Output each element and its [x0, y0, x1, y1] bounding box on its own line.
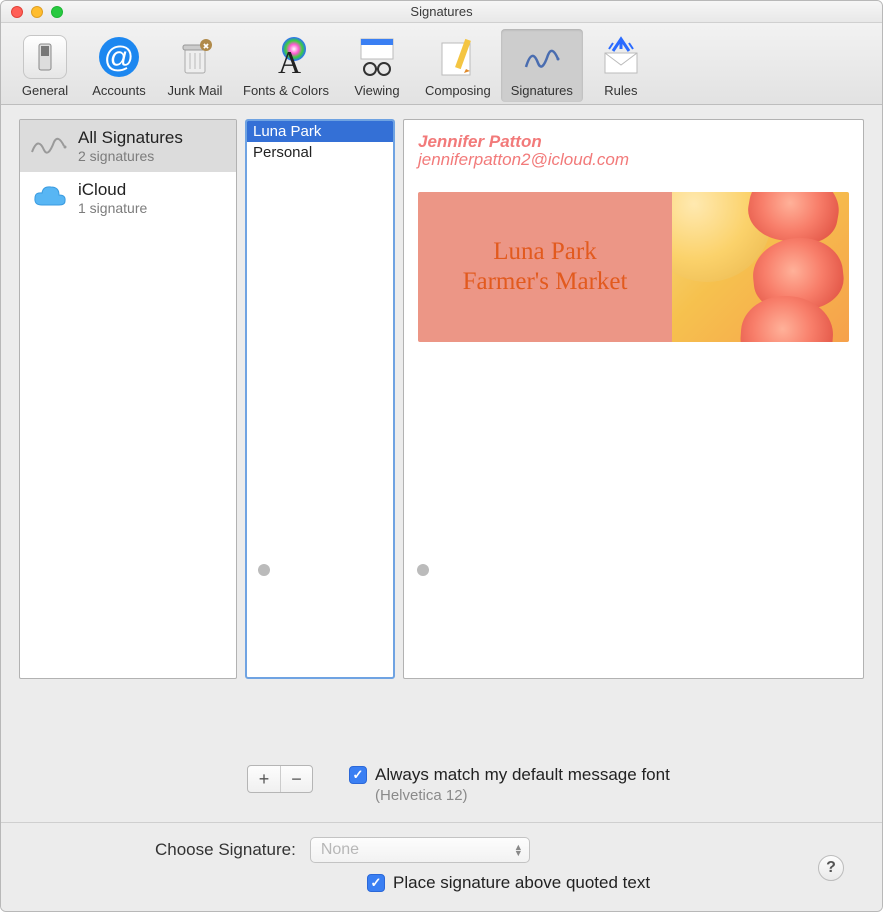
account-count: 2 signatures: [78, 148, 183, 164]
preferences-toolbar: General @ Accounts ✖ Junk Mail A Fonts &…: [1, 23, 882, 105]
match-font-checkbox[interactable]: ✓: [349, 766, 367, 784]
tab-label: Composing: [425, 83, 491, 98]
column-resize-handle[interactable]: [417, 564, 429, 576]
glasses-icon: [353, 33, 401, 81]
tab-label: General: [22, 83, 68, 98]
place-above-checkbox[interactable]: ✓: [367, 874, 385, 892]
tab-rules[interactable]: Rules: [583, 29, 659, 102]
fonts-colors-icon: A: [262, 33, 310, 81]
at-icon: @: [95, 33, 143, 81]
svg-text:@: @: [104, 41, 134, 74]
switch-icon: [23, 35, 67, 79]
tab-junk-mail[interactable]: ✖ Junk Mail: [157, 29, 233, 102]
signature-list[interactable]: Luna Park Personal: [245, 119, 395, 679]
tab-label: Signatures: [511, 83, 573, 98]
account-list: All Signatures 2 signatures iCloud 1 sig…: [19, 119, 237, 679]
account-name: All Signatures: [78, 128, 183, 148]
tab-fonts-colors[interactable]: A Fonts & Colors: [233, 29, 339, 102]
signature-item[interactable]: Luna Park: [247, 121, 393, 142]
account-name: iCloud: [78, 180, 147, 200]
signature-item[interactable]: Personal: [247, 142, 393, 163]
tab-composing[interactable]: Composing: [415, 29, 501, 102]
svg-text:✖: ✖: [203, 42, 210, 51]
add-remove-buttons: + −: [247, 765, 313, 793]
match-font-label: Always match my default message font: [375, 765, 670, 785]
column-resize-handle[interactable]: [258, 564, 270, 576]
rules-icon: [597, 33, 645, 81]
trash-icon: ✖: [171, 33, 219, 81]
signature-preview[interactable]: Jennifer Patton jenniferpatton2@icloud.c…: [403, 119, 864, 679]
tab-label: Fonts & Colors: [243, 83, 329, 98]
tab-accounts[interactable]: @ Accounts: [81, 29, 157, 102]
titlebar: Signatures: [1, 1, 882, 23]
preview-email: jenniferpatton2@icloud.com: [418, 150, 849, 170]
signature-icon: [30, 128, 70, 164]
font-note: (Helvetica 12): [375, 787, 670, 804]
compose-icon: [434, 33, 482, 81]
preview-image: Luna Park Farmer's Market: [418, 192, 849, 342]
dropdown-value: None: [321, 841, 359, 859]
tab-signatures[interactable]: Signatures: [501, 29, 583, 102]
window-minimize-button[interactable]: [31, 6, 43, 18]
choose-signature-label: Choose Signature:: [155, 840, 296, 860]
tab-viewing[interactable]: Viewing: [339, 29, 415, 102]
tab-label: Accounts: [92, 83, 145, 98]
add-signature-button[interactable]: +: [248, 766, 280, 792]
divider: [1, 822, 882, 823]
cloud-icon: [30, 180, 70, 216]
tab-label: Rules: [604, 83, 637, 98]
account-count: 1 signature: [78, 200, 147, 216]
window-close-button[interactable]: [11, 6, 23, 18]
choose-signature-dropdown[interactable]: None ▲▼: [310, 837, 530, 863]
help-button[interactable]: ?: [818, 855, 844, 881]
account-icloud[interactable]: iCloud 1 signature: [20, 172, 236, 224]
tab-label: Viewing: [354, 83, 399, 98]
account-all-signatures[interactable]: All Signatures 2 signatures: [20, 120, 236, 172]
svg-text:A: A: [278, 44, 301, 79]
preview-name: Jennifer Patton: [418, 132, 849, 152]
place-above-label: Place signature above quoted text: [393, 873, 650, 893]
window-title: Signatures: [1, 4, 882, 19]
signature-icon: [518, 33, 566, 81]
window-zoom-button[interactable]: [51, 6, 63, 18]
banner-text: Luna Park Farmer's Market: [463, 237, 628, 297]
tab-general[interactable]: General: [9, 29, 81, 102]
tab-label: Junk Mail: [168, 83, 223, 98]
chevron-updown-icon: ▲▼: [514, 844, 523, 856]
remove-signature-button[interactable]: −: [280, 766, 312, 792]
